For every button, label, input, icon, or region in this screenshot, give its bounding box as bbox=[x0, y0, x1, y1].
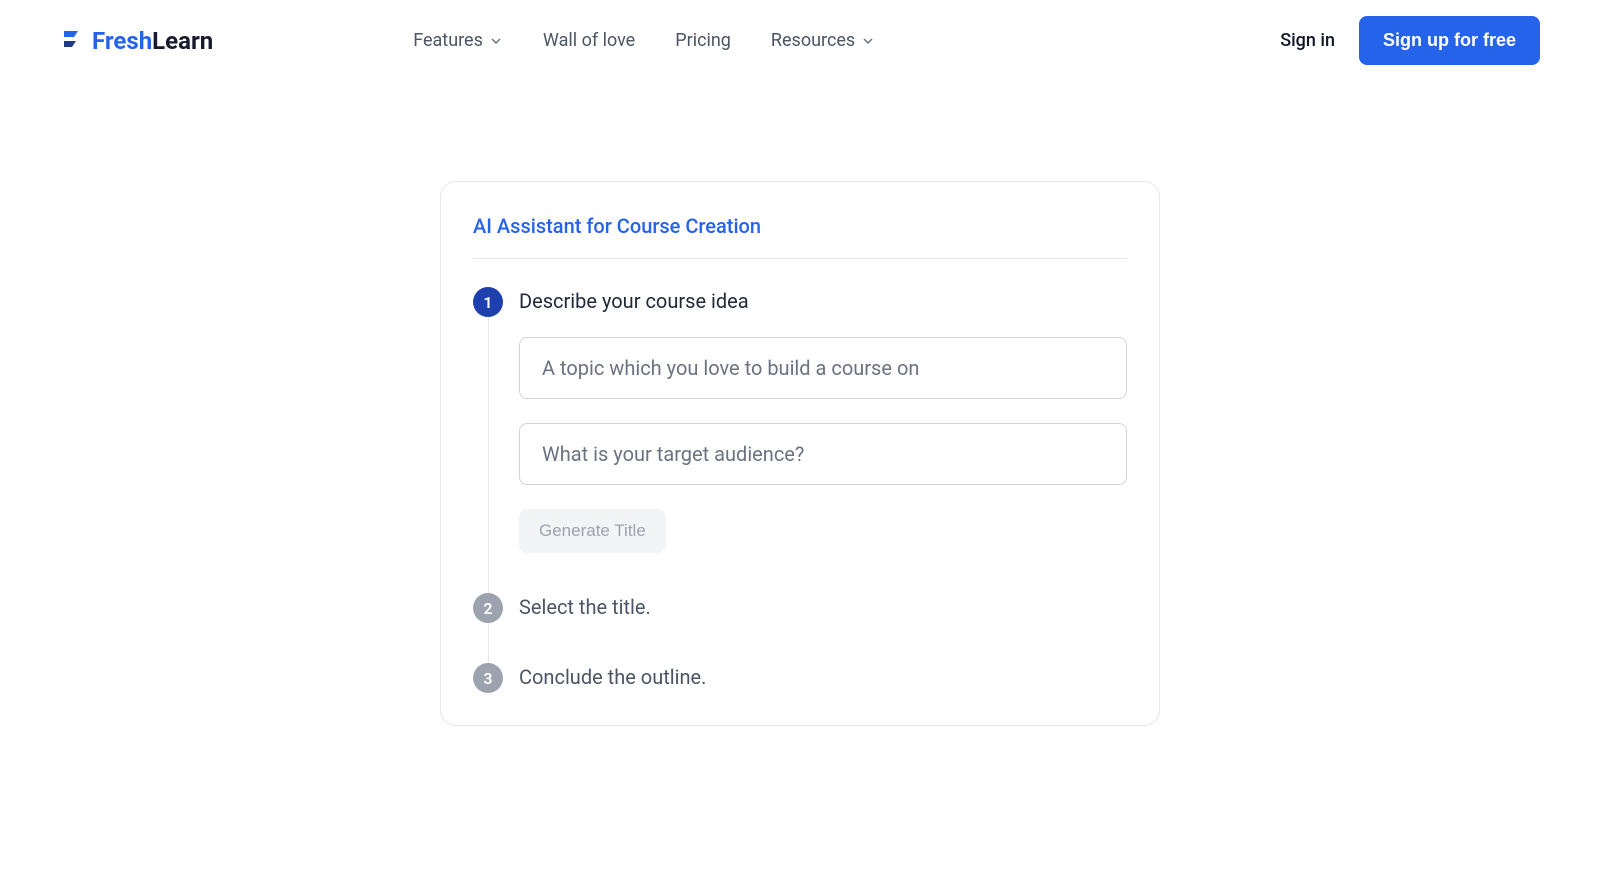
nav-pricing-label: Pricing bbox=[675, 30, 731, 51]
step-3-number: 3 bbox=[473, 663, 503, 693]
chevron-down-icon bbox=[489, 34, 503, 48]
logo-text-fresh: Fresh bbox=[92, 27, 152, 55]
chevron-down-icon bbox=[861, 34, 875, 48]
nav-features-label: Features bbox=[413, 30, 483, 51]
nav-wall-of-love[interactable]: Wall of love bbox=[543, 30, 635, 51]
nav-resources-label: Resources bbox=[771, 30, 855, 51]
signin-link[interactable]: Sign in bbox=[1280, 30, 1335, 51]
nav-wall-label: Wall of love bbox=[543, 30, 635, 51]
step-1-number: 1 bbox=[473, 287, 503, 317]
step-3-title: Conclude the outline. bbox=[519, 663, 706, 689]
step-1-title: Describe your course idea bbox=[519, 287, 749, 313]
nav-features[interactable]: Features bbox=[413, 30, 503, 51]
main-nav: Features Wall of love Pricing Resources bbox=[413, 30, 875, 51]
target-audience-input[interactable] bbox=[519, 423, 1127, 485]
logo[interactable]: FreshLearn bbox=[60, 27, 213, 55]
step-1-header: 1 Describe your course idea bbox=[473, 287, 1127, 317]
site-header: FreshLearn Features Wall of love Pricing… bbox=[0, 0, 1600, 81]
step-1-body: Generate Title bbox=[488, 317, 1127, 593]
step-2-body bbox=[488, 623, 1127, 663]
signup-button[interactable]: Sign up for free bbox=[1359, 16, 1540, 65]
logo-text-learn: Learn bbox=[152, 27, 213, 55]
step-2-header: 2 Select the title. bbox=[473, 593, 1127, 623]
course-topic-input[interactable] bbox=[519, 337, 1127, 399]
step-2-title: Select the title. bbox=[519, 593, 651, 619]
card-title: AI Assistant for Course Creation bbox=[473, 214, 1127, 259]
generate-title-button[interactable]: Generate Title bbox=[519, 509, 666, 553]
auth-section: Sign in Sign up for free bbox=[1280, 16, 1540, 65]
nav-pricing[interactable]: Pricing bbox=[675, 30, 731, 51]
ai-assistant-card: AI Assistant for Course Creation 1 Descr… bbox=[440, 181, 1160, 726]
nav-resources[interactable]: Resources bbox=[771, 30, 875, 51]
logo-icon bbox=[60, 27, 84, 55]
step-3-header: 3 Conclude the outline. bbox=[473, 663, 1127, 693]
step-2-number: 2 bbox=[473, 593, 503, 623]
